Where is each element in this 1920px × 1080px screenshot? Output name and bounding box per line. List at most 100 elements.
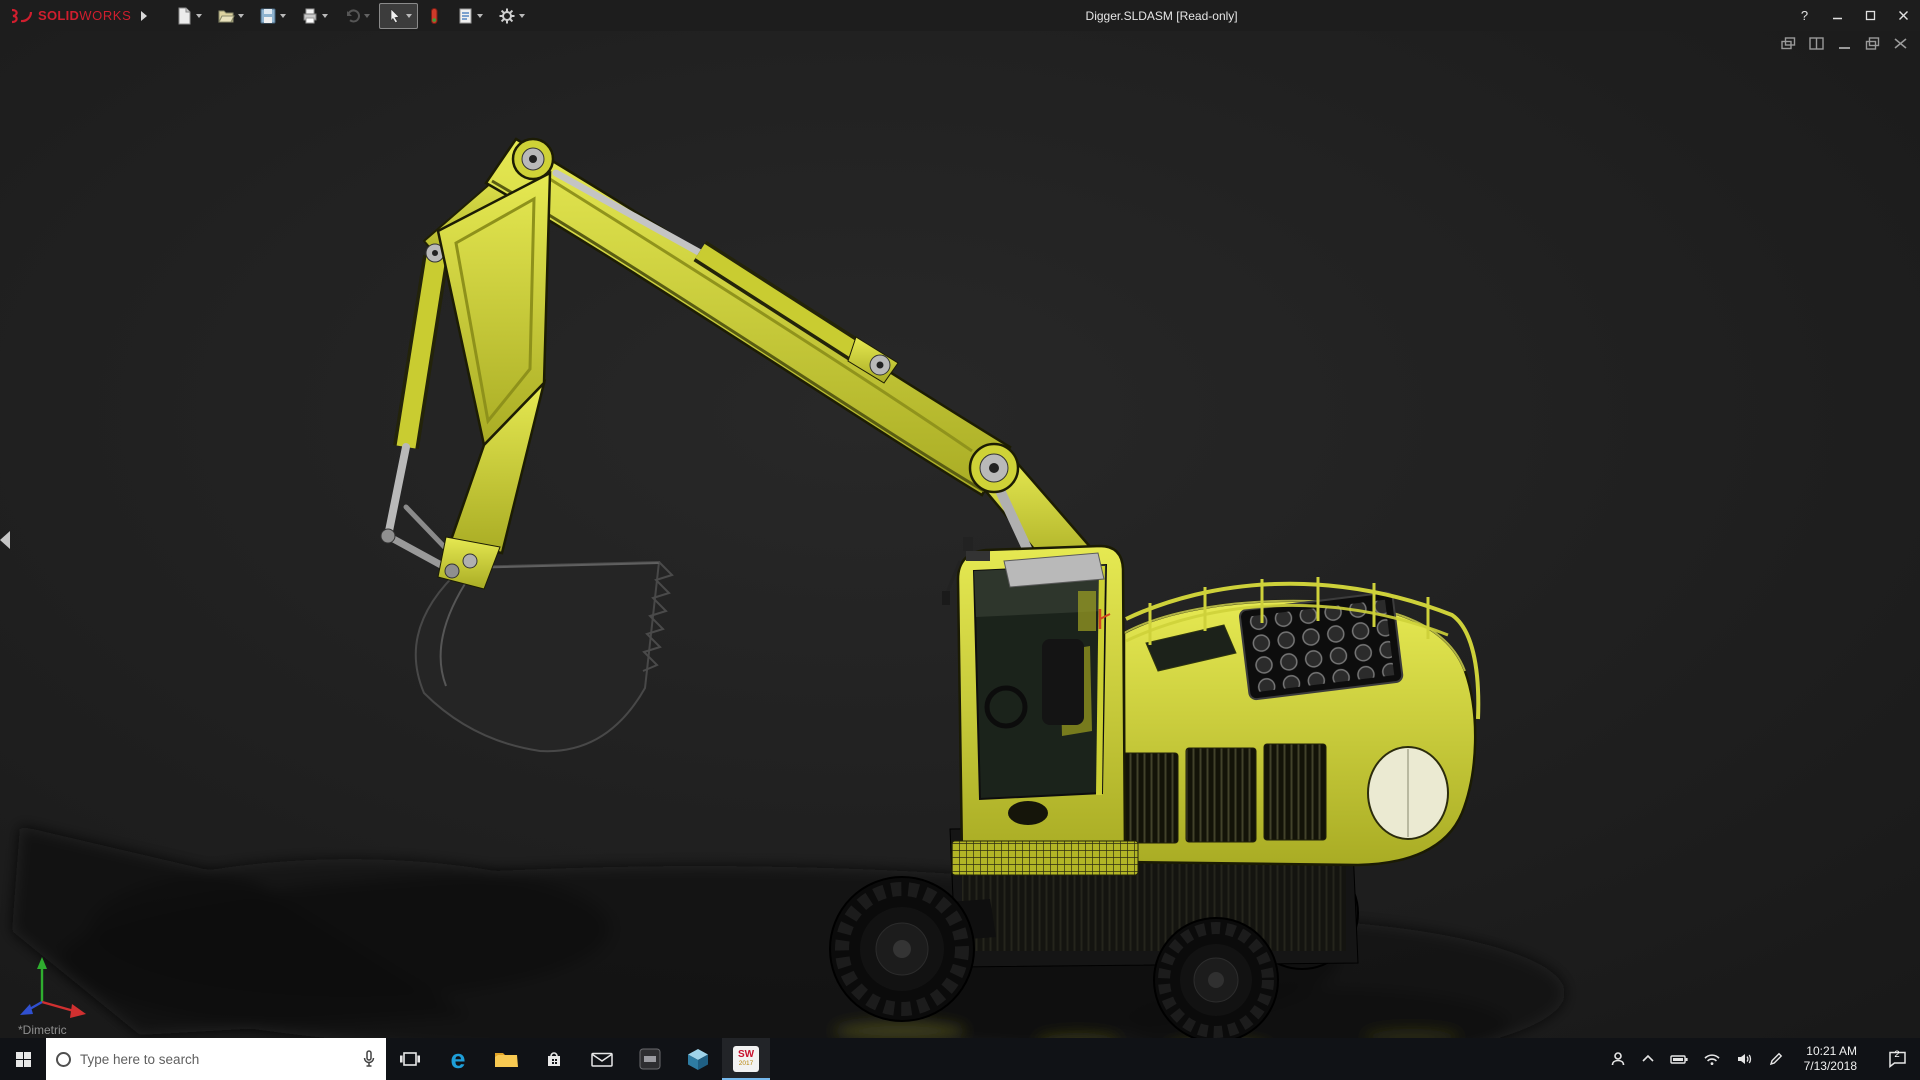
select-button[interactable] (379, 3, 418, 29)
store-icon (544, 1049, 564, 1069)
new-document-button[interactable] (169, 3, 208, 29)
view-orientation-label: *Dimetric (18, 1023, 67, 1037)
operator-cab[interactable] (942, 537, 1138, 875)
file-explorer-button[interactable] (482, 1038, 530, 1080)
side-vent (1264, 744, 1326, 840)
hidden-icons-chevron-icon[interactable] (1641, 1054, 1655, 1064)
restore-document-icon[interactable] (1865, 37, 1880, 50)
windows-start-icon (16, 1052, 31, 1067)
dropdown-arrow-icon[interactable] (406, 14, 412, 18)
start-button[interactable] (0, 1038, 46, 1080)
windows-ink-pen-icon[interactable] (1769, 1052, 1783, 1066)
new-document-icon (175, 7, 193, 25)
people-icon[interactable] (1610, 1051, 1626, 1067)
media-app-button[interactable] (626, 1038, 674, 1080)
volume-icon[interactable] (1736, 1053, 1754, 1065)
model-canvas[interactable] (0, 31, 1920, 1038)
solidworks-model-cube-icon (687, 1048, 709, 1070)
media-app-icon (639, 1048, 661, 1070)
dropdown-arrow-icon[interactable] (519, 14, 525, 18)
mail-icon (591, 1052, 613, 1067)
undo-icon (343, 7, 361, 25)
close-icon (1898, 10, 1909, 21)
document-title: Digger.SLDASM [Read-only] (1086, 9, 1238, 23)
search-input[interactable] (80, 1052, 353, 1067)
titlebar: SOLIDWORKS (0, 0, 1920, 31)
front-right-wheel[interactable] (1154, 918, 1278, 1038)
minimize-button[interactable] (1821, 0, 1854, 31)
menu-flyout-arrow-icon[interactable] (141, 11, 147, 21)
taskbar-clock[interactable]: 10:21 AM 7/13/2018 (1798, 1044, 1863, 1074)
graphics-viewport[interactable]: *Dimetric (0, 31, 1920, 1038)
side-vent (1186, 748, 1256, 842)
dropdown-arrow-icon[interactable] (280, 14, 286, 18)
solidworks-brand: SOLIDWORKS (0, 8, 131, 24)
microphone-icon[interactable] (362, 1050, 376, 1068)
collapse-panel-arrow-icon[interactable] (0, 531, 10, 549)
options-gear-icon (498, 7, 516, 25)
solidworks-2017-button[interactable]: SW 2017 (722, 1038, 770, 1080)
minimize-icon (1832, 10, 1843, 21)
screen: SOLIDWORKS (0, 0, 1920, 1080)
reference-triad (10, 952, 100, 1022)
dassault-3ds-logo-icon (8, 8, 34, 24)
minimize-document-icon[interactable] (1837, 37, 1852, 50)
notification-badge: 2 (1894, 1049, 1899, 1060)
options-button[interactable] (492, 3, 531, 29)
wifi-icon[interactable] (1703, 1053, 1721, 1066)
action-center-button[interactable]: 2 (1878, 1038, 1916, 1080)
mirror (942, 591, 950, 605)
close-button[interactable] (1887, 0, 1920, 31)
open-document-icon (217, 7, 235, 25)
mail-button[interactable] (578, 1038, 626, 1080)
battery-icon[interactable] (1670, 1054, 1688, 1065)
cascade-windows-icon[interactable] (1781, 37, 1796, 50)
save-icon (259, 7, 277, 25)
x-axis-arrow (70, 1004, 86, 1018)
edge-icon: e (450, 1046, 465, 1073)
window-controls: ? (1788, 0, 1920, 31)
dropdown-arrow-icon[interactable] (238, 14, 244, 18)
file-properties-icon (456, 7, 474, 25)
clock-date: 7/13/2018 (1804, 1059, 1857, 1074)
seat (1042, 639, 1084, 725)
solidworks-model-viewer-button[interactable] (674, 1038, 722, 1080)
front-left-wheel[interactable] (830, 877, 974, 1021)
print-icon (301, 7, 319, 25)
taskbar-search[interactable] (46, 1038, 386, 1080)
dropdown-arrow-icon[interactable] (477, 14, 483, 18)
front-skirt-grille (952, 841, 1138, 875)
solidworks-2017-icon: SW 2017 (733, 1046, 759, 1072)
maximize-button[interactable] (1854, 0, 1887, 31)
rebuild-button[interactable] (421, 3, 447, 29)
select-cursor-icon (385, 7, 403, 25)
file-explorer-icon (494, 1050, 518, 1069)
document-window-controls (1781, 37, 1908, 50)
edge-browser-button[interactable]: e (434, 1038, 482, 1080)
dropdown-arrow-icon[interactable] (364, 14, 370, 18)
cab-light (1008, 801, 1048, 825)
y-axis-arrow (37, 957, 47, 969)
file-properties-button[interactable] (450, 3, 489, 29)
dropdown-arrow-icon[interactable] (322, 14, 328, 18)
microsoft-store-button[interactable] (530, 1038, 578, 1080)
brand-text-bold: SOLID (38, 8, 79, 23)
tile-windows-icon[interactable] (1809, 37, 1824, 50)
rebuild-icon (427, 7, 441, 25)
z-axis-arrow (20, 1004, 33, 1015)
help-button[interactable]: ? (1788, 0, 1821, 31)
maximize-icon (1865, 10, 1876, 21)
undo-button[interactable] (337, 3, 376, 29)
clock-time: 10:21 AM (1804, 1044, 1857, 1059)
quick-access-toolbar (169, 3, 531, 29)
save-button[interactable] (253, 3, 292, 29)
dropdown-arrow-icon[interactable] (196, 14, 202, 18)
cortana-circle-icon (56, 1052, 71, 1067)
print-button[interactable] (295, 3, 334, 29)
open-document-button[interactable] (211, 3, 250, 29)
engine-grille (1239, 592, 1403, 700)
system-tray: 10:21 AM 7/13/2018 2 (1610, 1038, 1920, 1080)
task-view-icon (399, 1051, 421, 1067)
close-document-icon[interactable] (1893, 37, 1908, 50)
task-view-button[interactable] (386, 1038, 434, 1080)
